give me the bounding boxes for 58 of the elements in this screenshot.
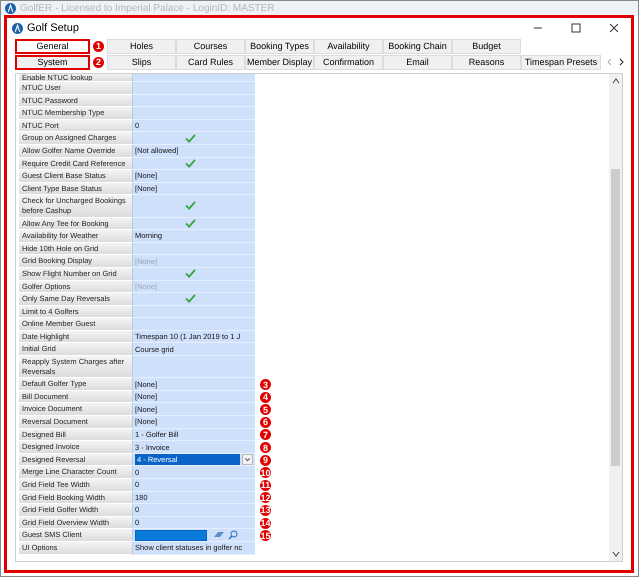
maximize-icon[interactable] bbox=[571, 23, 581, 33]
property-value-cell[interactable] bbox=[133, 74, 255, 82]
scrollbar[interactable] bbox=[609, 74, 622, 561]
number-badge: 1 bbox=[93, 40, 104, 52]
tab[interactable]: Slips bbox=[107, 54, 176, 70]
number-badge: 9 bbox=[260, 454, 271, 466]
property-value-cell[interactable] bbox=[133, 195, 255, 218]
dropdown-caret-icon[interactable] bbox=[242, 454, 253, 466]
tab[interactable]: Courses bbox=[176, 38, 245, 54]
number-badge: 10 bbox=[260, 467, 271, 478]
chevron-right-icon[interactable] bbox=[618, 58, 625, 66]
number-badge: 11 bbox=[260, 480, 271, 491]
number-badge: 3 bbox=[260, 379, 271, 390]
property-value-cell[interactable] bbox=[133, 158, 255, 170]
property-value-cell[interactable] bbox=[133, 356, 255, 378]
number-badge: 6 bbox=[260, 416, 271, 428]
property-value-cell[interactable] bbox=[133, 82, 255, 95]
input-field[interactable] bbox=[135, 530, 207, 541]
property-value-cell[interactable] bbox=[133, 218, 255, 230]
tab[interactable]: Holes bbox=[107, 38, 176, 54]
tab[interactable]: Email bbox=[383, 54, 452, 70]
number-badge: 5 bbox=[260, 404, 271, 416]
tab[interactable]: System bbox=[15, 54, 90, 70]
property-value-cell[interactable] bbox=[133, 132, 255, 145]
property-value-cell[interactable] bbox=[133, 318, 255, 331]
tab[interactable]: Member Display bbox=[245, 54, 314, 70]
number-badge: 13 bbox=[260, 504, 271, 516]
number-badge: 15 bbox=[260, 530, 271, 542]
scroll-down-icon[interactable] bbox=[612, 550, 620, 558]
property-value-cell[interactable] bbox=[133, 306, 255, 318]
tab[interactable]: Timespan Presets bbox=[521, 54, 601, 70]
property-value-cell[interactable] bbox=[133, 107, 255, 120]
app-window-title: GolfER - Licensed to Imperial Palace - LoginID: MASTER bbox=[20, 2, 275, 14]
tab[interactable]: Confirmation bbox=[314, 54, 383, 70]
tab[interactable]: Availability bbox=[314, 38, 383, 54]
window-title: Golf Setup bbox=[27, 22, 80, 34]
number-badge: 12 bbox=[260, 492, 271, 504]
property-value-cell[interactable] bbox=[133, 293, 255, 306]
number-badge: 7 bbox=[260, 429, 271, 440]
scroll-up-icon[interactable] bbox=[612, 77, 620, 85]
property-value-cell[interactable] bbox=[133, 529, 255, 542]
property-value-cell[interactable] bbox=[133, 242, 255, 256]
search-icon[interactable] bbox=[228, 530, 238, 540]
property-value-cell[interactable] bbox=[133, 94, 255, 108]
chevron-left-icon[interactable] bbox=[606, 58, 613, 66]
tab[interactable]: Budget bbox=[452, 38, 521, 54]
tab[interactable]: Booking Chain bbox=[383, 38, 452, 54]
tab[interactable]: Reasons bbox=[452, 54, 521, 70]
app-logo-icon bbox=[12, 22, 23, 34]
close-icon[interactable] bbox=[609, 23, 619, 33]
number-badge: 4 bbox=[260, 392, 271, 403]
tab[interactable]: Card Rules bbox=[176, 54, 245, 70]
tab[interactable]: Booking Types bbox=[245, 38, 314, 54]
number-badge: 14 bbox=[260, 518, 271, 529]
number-badge: 8 bbox=[260, 442, 271, 454]
property-value-cell[interactable] bbox=[133, 268, 255, 280]
tab[interactable]: General bbox=[15, 38, 90, 54]
number-badge: 2 bbox=[93, 56, 104, 68]
